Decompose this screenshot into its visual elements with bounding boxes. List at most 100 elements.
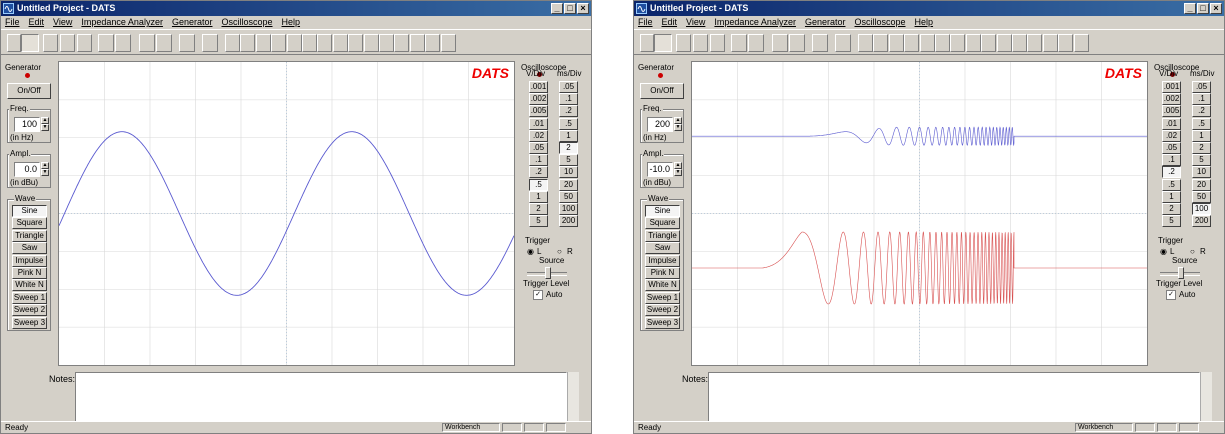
wave-sweep-1-button[interactable]: Sweep 1 <box>645 291 680 304</box>
wave-sweep-3-button[interactable]: Sweep 3 <box>645 316 680 329</box>
memory-slot-icon[interactable] <box>348 34 364 52</box>
menu-view[interactable]: View <box>53 16 72 29</box>
maximize-button[interactable]: □ <box>1197 3 1209 14</box>
wave-saw-button[interactable]: Saw <box>645 242 680 255</box>
menu-generator[interactable]: Generator <box>805 16 846 29</box>
msdiv-button[interactable]: .2 <box>1192 105 1211 118</box>
ampl-input[interactable]: -10.0 <box>647 162 673 177</box>
close-button[interactable]: × <box>577 3 589 14</box>
spin-down-icon[interactable]: ▼ <box>674 124 682 131</box>
wave-sweep-1-button[interactable]: Sweep 1 <box>12 291 47 304</box>
memory-slot-icon[interactable] <box>1027 34 1043 52</box>
spin-down-icon[interactable]: ▼ <box>41 169 49 176</box>
onoff-button[interactable]: On/Off <box>640 83 684 99</box>
wave-triangle-button[interactable]: Triangle <box>12 229 47 242</box>
vdiv-button[interactable]: .002 <box>1162 93 1181 106</box>
wave-pink-n-button[interactable]: Pink N <box>12 267 47 279</box>
wave-white-n-button[interactable]: White N <box>12 279 47 292</box>
auto-checkbox-icon[interactable]: ✓ <box>533 290 543 300</box>
memory-slot-icon[interactable] <box>904 34 920 52</box>
menu-edit[interactable]: Edit <box>29 16 45 29</box>
context-help-icon[interactable] <box>156 34 172 52</box>
msdiv-button[interactable]: .2 <box>559 105 578 118</box>
menu-oscilloscope[interactable]: Oscilloscope <box>854 16 905 29</box>
msdiv-button[interactable]: .5 <box>559 117 578 130</box>
msdiv-button[interactable]: 10 <box>1192 166 1211 179</box>
trigger-right-radio-icon[interactable]: ○ <box>557 247 562 256</box>
onoff-button[interactable]: On/Off <box>7 83 51 99</box>
z-icon[interactable] <box>7 34 21 52</box>
notes-textarea[interactable] <box>75 372 567 422</box>
memory-slot-icon[interactable] <box>394 34 410 52</box>
vdiv-button[interactable]: .1 <box>529 154 548 167</box>
mem-w-icon[interactable] <box>835 34 851 52</box>
menu-oscilloscope[interactable]: Oscilloscope <box>221 16 272 29</box>
vdiv-button[interactable]: 2 <box>1162 203 1181 215</box>
spin-up-icon[interactable]: ▲ <box>674 162 682 169</box>
memory-slot-icon[interactable] <box>858 34 873 52</box>
msdiv-button[interactable]: .1 <box>559 93 578 106</box>
memory-slot-icon[interactable] <box>873 34 889 52</box>
maximize-button[interactable]: □ <box>564 3 576 14</box>
memory-slot-icon[interactable] <box>1058 34 1074 52</box>
lr-input-icon[interactable] <box>710 34 725 52</box>
memory-slot-icon[interactable] <box>888 34 904 52</box>
menu-impedance-analyzer[interactable]: Impedance Analyzer <box>81 16 163 29</box>
ampl-spinner[interactable]: ▲ ▼ <box>41 162 49 177</box>
notes-scrollbar[interactable] <box>567 372 579 422</box>
msdiv-button[interactable]: .5 <box>1192 117 1211 130</box>
scope-mode-icon[interactable] <box>21 34 39 52</box>
vdiv-button[interactable]: .05 <box>529 142 548 154</box>
menu-help[interactable]: Help <box>915 16 934 29</box>
memory-slot-icon[interactable] <box>302 34 317 52</box>
vdiv-button[interactable]: .5 <box>529 178 548 191</box>
msdiv-button[interactable]: 50 <box>559 190 578 203</box>
msdiv-button[interactable]: .1 <box>1192 93 1211 106</box>
trigger-left-radio-icon[interactable]: ◉ <box>527 247 534 256</box>
memory-slot-icon[interactable] <box>225 34 240 52</box>
minimize-button[interactable]: _ <box>551 3 563 14</box>
wave-sweep-2-button[interactable]: Sweep 2 <box>645 304 680 317</box>
msdiv-button[interactable]: 5 <box>1192 154 1211 167</box>
memory-slot-icon[interactable] <box>996 34 1012 52</box>
memory-slot-icon[interactable] <box>935 34 950 52</box>
memory-slot-icon[interactable] <box>240 34 256 52</box>
wave-triangle-button[interactable]: Triangle <box>645 229 680 242</box>
spin-up-icon[interactable]: ▲ <box>41 162 49 169</box>
menu-file[interactable]: File <box>638 16 653 29</box>
left-input-icon[interactable] <box>676 34 691 52</box>
spin-down-icon[interactable]: ▼ <box>41 124 49 131</box>
wave-impulse-button[interactable]: Impulse <box>12 254 47 267</box>
memory-slot-icon[interactable] <box>271 34 287 52</box>
auto-checkbox-icon[interactable]: ✓ <box>1166 290 1176 300</box>
ampl-input[interactable]: 0.0 <box>14 162 40 177</box>
vdiv-button[interactable]: .01 <box>1162 117 1181 130</box>
vdiv-button[interactable]: .2 <box>529 166 548 179</box>
vdiv-button[interactable]: .02 <box>529 129 548 142</box>
msdiv-button[interactable]: 200 <box>559 215 578 228</box>
vdiv-button[interactable]: .005 <box>529 105 548 118</box>
memory-slot-icon[interactable] <box>317 34 333 52</box>
spin-down-icon[interactable]: ▼ <box>674 169 682 176</box>
help-icon[interactable] <box>772 34 788 52</box>
vdiv-button[interactable]: .001 <box>529 81 548 93</box>
msdiv-button[interactable]: 200 <box>1192 215 1211 228</box>
memory-slot-icon[interactable] <box>950 34 966 52</box>
wave-sine-button[interactable]: Sine <box>645 205 680 217</box>
memory-slot-icon[interactable] <box>919 34 935 52</box>
spin-up-icon[interactable]: ▲ <box>674 117 682 124</box>
vdiv-button[interactable]: .05 <box>1162 142 1181 154</box>
vdiv-button[interactable]: .01 <box>529 117 548 130</box>
vdiv-button[interactable]: .02 <box>1162 129 1181 142</box>
left-input-icon[interactable] <box>43 34 58 52</box>
phase-icon[interactable] <box>179 34 195 52</box>
menu-edit[interactable]: Edit <box>662 16 678 29</box>
vdiv-button[interactable]: 1 <box>1162 190 1181 203</box>
vdiv-button[interactable]: .001 <box>1162 81 1181 93</box>
msdiv-button[interactable]: 10 <box>559 166 578 179</box>
memory-slot-icon[interactable] <box>286 34 302 52</box>
wave-sweep-2-button[interactable]: Sweep 2 <box>12 304 47 317</box>
msdiv-button[interactable]: .05 <box>559 81 578 93</box>
msdiv-button[interactable]: .05 <box>1192 81 1211 93</box>
msdiv-button[interactable]: 100 <box>1192 203 1211 215</box>
